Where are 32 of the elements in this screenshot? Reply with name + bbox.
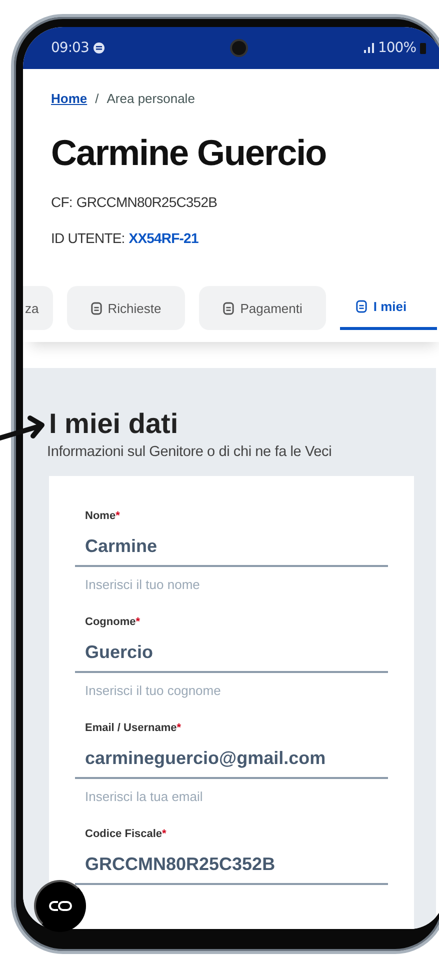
loop-icon [48, 900, 72, 912]
field-label: Codice Fiscale* [85, 828, 168, 840]
field-hint: Inserisci il tuo nome [85, 577, 201, 592]
field-label: Cognome* [85, 616, 142, 628]
breadcrumb-separator: / [95, 91, 99, 106]
input-field[interactable]: Carmine [75, 522, 388, 567]
fiscal-code: GRCCMN80R25C352B [76, 194, 218, 210]
input-field[interactable]: GRCCMN80R25C352B [75, 840, 388, 885]
input-field[interactable]: Guercio [75, 628, 388, 673]
fiscal-code-label: CF: [51, 194, 72, 210]
page-title: Carmine Guercio [51, 132, 328, 174]
clock: 09:03 [51, 40, 89, 56]
field-hint: Inserisci la tua email [85, 789, 204, 804]
field-label: Nome* [85, 510, 121, 522]
section-subtitle: Informazioni sul Genitore o di chi ne fa le Veci [47, 444, 333, 460]
tab[interactable]: Pagamenti [199, 286, 326, 330]
tab[interactable]: Richieste [66, 286, 186, 330]
breadcrumb-link[interactable]: Home [51, 91, 88, 106]
signal-icon [364, 43, 374, 53]
tab[interactable]: I miei [340, 286, 437, 330]
battery-icon [420, 42, 426, 54]
tab[interactable]: za [23, 286, 53, 330]
user-id-label: ID UTENTE: [51, 230, 125, 246]
message-icon [92, 42, 105, 54]
field-hint: Inserisci il tuo cognome [85, 683, 222, 698]
user-id: XX54RF-21 [128, 230, 198, 246]
breadcrumb-current: Area personale [106, 91, 195, 106]
input-field[interactable]: carmineguercio@gmail.com [75, 734, 388, 779]
battery-level: 100% [378, 40, 416, 56]
field-label: Email / Username* [85, 722, 182, 734]
camera-icon [230, 39, 248, 57]
section-title: I miei dati [49, 408, 180, 440]
